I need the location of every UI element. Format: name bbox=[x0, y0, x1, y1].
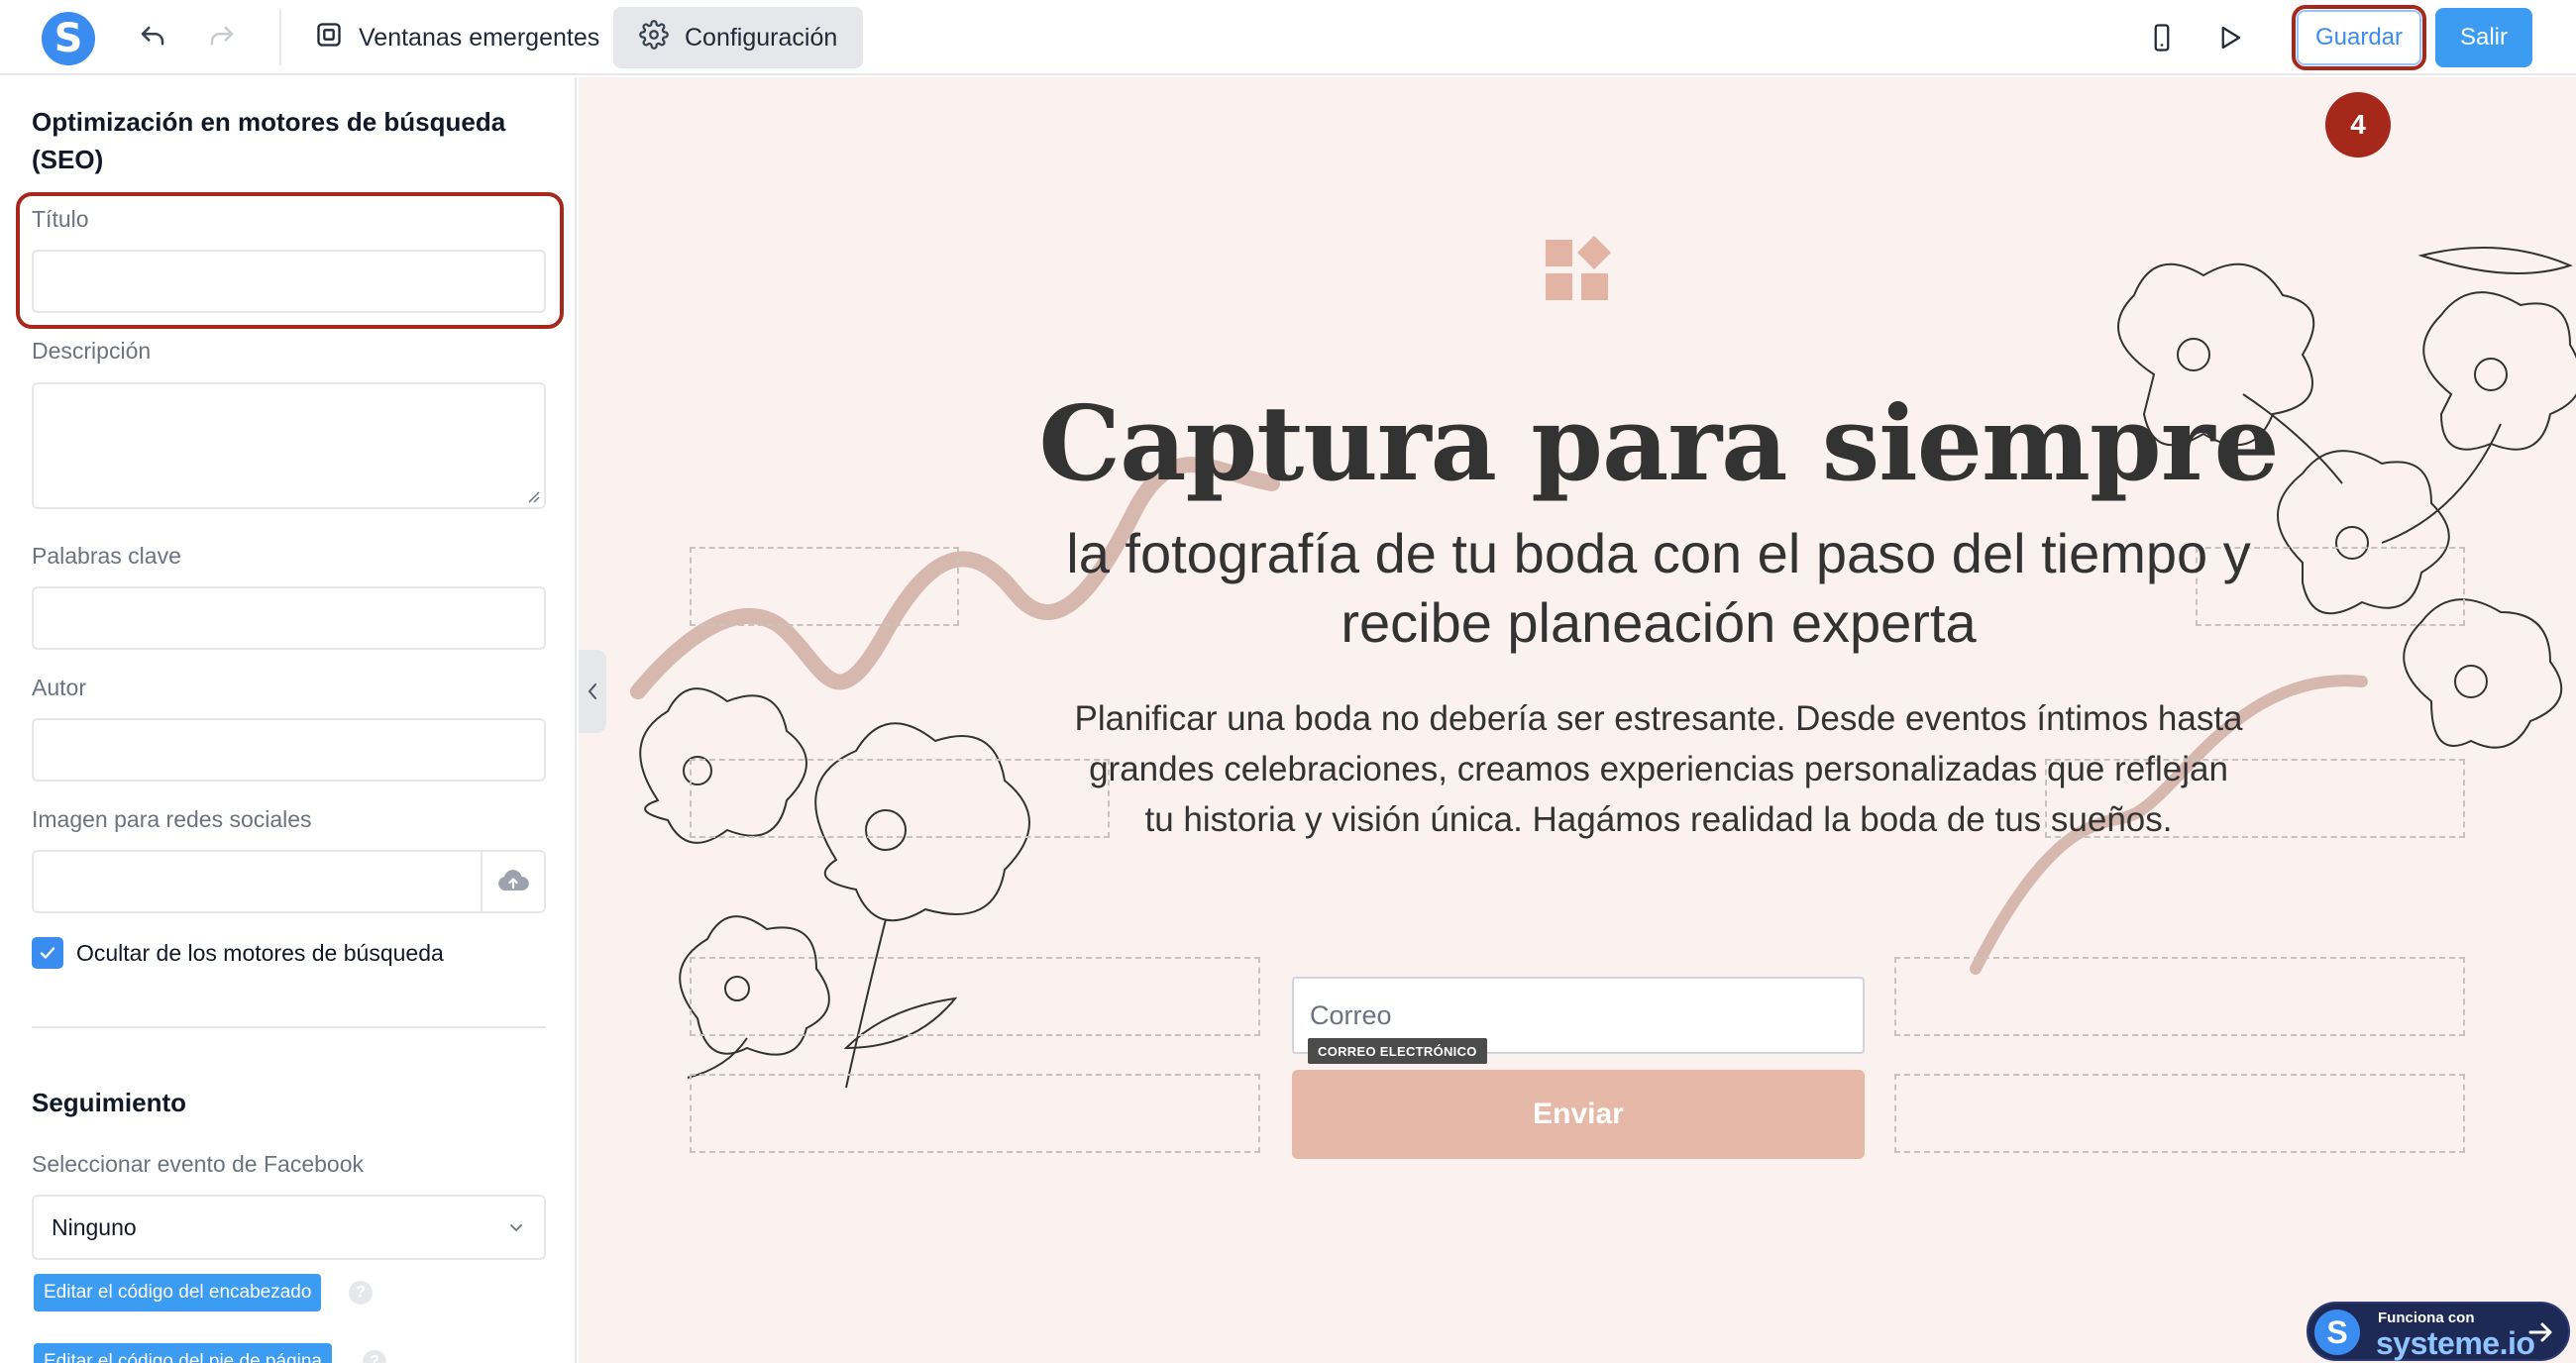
settings-sidebar: Optimización en motores de búsqueda (SEO… bbox=[0, 77, 577, 1363]
edit-header-code-button[interactable]: Editar el código del encabezado bbox=[34, 1274, 322, 1311]
description-textarea[interactable] bbox=[32, 382, 546, 509]
undo-icon[interactable] bbox=[133, 18, 172, 57]
powered-by-text: Funciona con bbox=[2378, 1310, 2475, 1326]
tab-popups-label: Ventanas emergentes bbox=[359, 23, 600, 52]
page-editor-canvas[interactable]: Captura para siempre la fotografía de tu… bbox=[579, 77, 2576, 1363]
upload-button[interactable] bbox=[481, 852, 544, 911]
seo-section-title: Optimización en motores de búsqueda (SEO… bbox=[32, 107, 506, 174]
email-field-tag: CORREO ELECTRÓNICO bbox=[1308, 1038, 1487, 1064]
hide-from-search-checkbox[interactable] bbox=[32, 937, 63, 969]
checkmark-icon bbox=[40, 947, 55, 959]
annotation-highlight-title bbox=[16, 192, 564, 329]
chevron-left-icon bbox=[588, 683, 596, 699]
popup-icon bbox=[315, 21, 343, 55]
empty-element-placeholder[interactable] bbox=[690, 547, 959, 626]
resize-grip-icon[interactable] bbox=[526, 489, 540, 503]
redo-icon[interactable] bbox=[202, 18, 242, 57]
tab-settings-label: Configuración bbox=[685, 23, 838, 52]
facebook-event-label: Seleccionar evento de Facebook bbox=[32, 1151, 364, 1177]
empty-element-placeholder[interactable] bbox=[1894, 957, 2465, 1036]
social-image-label: Imagen para redes sociales bbox=[32, 806, 312, 832]
powered-by-badge[interactable]: S Funciona con systeme.io bbox=[2307, 1302, 2570, 1361]
hero-headline[interactable]: Captura para siempre bbox=[975, 382, 2342, 504]
chevron-down-icon bbox=[510, 1224, 522, 1232]
empty-element-placeholder[interactable] bbox=[690, 759, 1110, 838]
hero-subheadline[interactable]: la fotografía de tu boda con el paso del… bbox=[1034, 519, 2283, 658]
description-label: Descripción bbox=[32, 338, 152, 364]
empty-element-placeholder[interactable] bbox=[690, 957, 1260, 1036]
toolbar-divider bbox=[279, 10, 281, 65]
author-input[interactable] bbox=[32, 718, 546, 782]
tab-popups[interactable]: Ventanas emergentes bbox=[289, 7, 625, 68]
annotation-highlight-save bbox=[2292, 5, 2426, 70]
brand-main: systeme bbox=[2376, 1325, 2500, 1361]
facebook-event-select[interactable]: Ninguno bbox=[32, 1195, 546, 1260]
keywords-input[interactable] bbox=[32, 586, 546, 650]
social-image-input[interactable] bbox=[32, 850, 546, 913]
mobile-preview-icon[interactable] bbox=[2142, 18, 2182, 57]
systeme-logo[interactable]: S bbox=[42, 12, 95, 65]
tracking-section-title: Seguimiento bbox=[32, 1088, 187, 1117]
annotation-badge-step-4: 4 bbox=[2325, 92, 2391, 157]
hero-paragraph[interactable]: Planificar una boda no debería ser estre… bbox=[1074, 693, 2243, 845]
author-label: Autor bbox=[32, 675, 86, 700]
cloud-upload-icon bbox=[498, 870, 529, 891]
play-preview-icon[interactable] bbox=[2209, 18, 2249, 57]
help-icon[interactable]: ? bbox=[363, 1350, 386, 1363]
tab-settings[interactable]: Configuración bbox=[613, 7, 864, 68]
brand-logo-icon bbox=[1546, 236, 1611, 300]
exit-button[interactable]: Salir bbox=[2435, 8, 2532, 67]
empty-element-placeholder[interactable] bbox=[1894, 1074, 2465, 1153]
section-divider bbox=[32, 1026, 546, 1028]
edit-footer-code-button[interactable]: Editar el código del pie de página bbox=[34, 1343, 332, 1363]
collapse-sidebar-button[interactable] bbox=[579, 650, 606, 733]
empty-element-placeholder[interactable] bbox=[690, 1074, 1260, 1153]
arrow-right-icon bbox=[2528, 1322, 2552, 1342]
facebook-event-value: Ninguno bbox=[52, 1213, 137, 1240]
hide-from-search-label[interactable]: Ocultar de los motores de búsqueda bbox=[76, 940, 444, 967]
keywords-label: Palabras clave bbox=[32, 543, 181, 569]
systeme-logo: S bbox=[2314, 1310, 2360, 1355]
submit-button[interactable]: Enviar bbox=[1292, 1070, 1865, 1159]
help-icon[interactable]: ? bbox=[349, 1281, 373, 1305]
top-toolbar: S Ventanas emergentes Configuración Guar… bbox=[0, 0, 2576, 75]
gear-icon bbox=[639, 19, 669, 56]
powered-by-brand: systeme.io bbox=[2376, 1325, 2535, 1362]
